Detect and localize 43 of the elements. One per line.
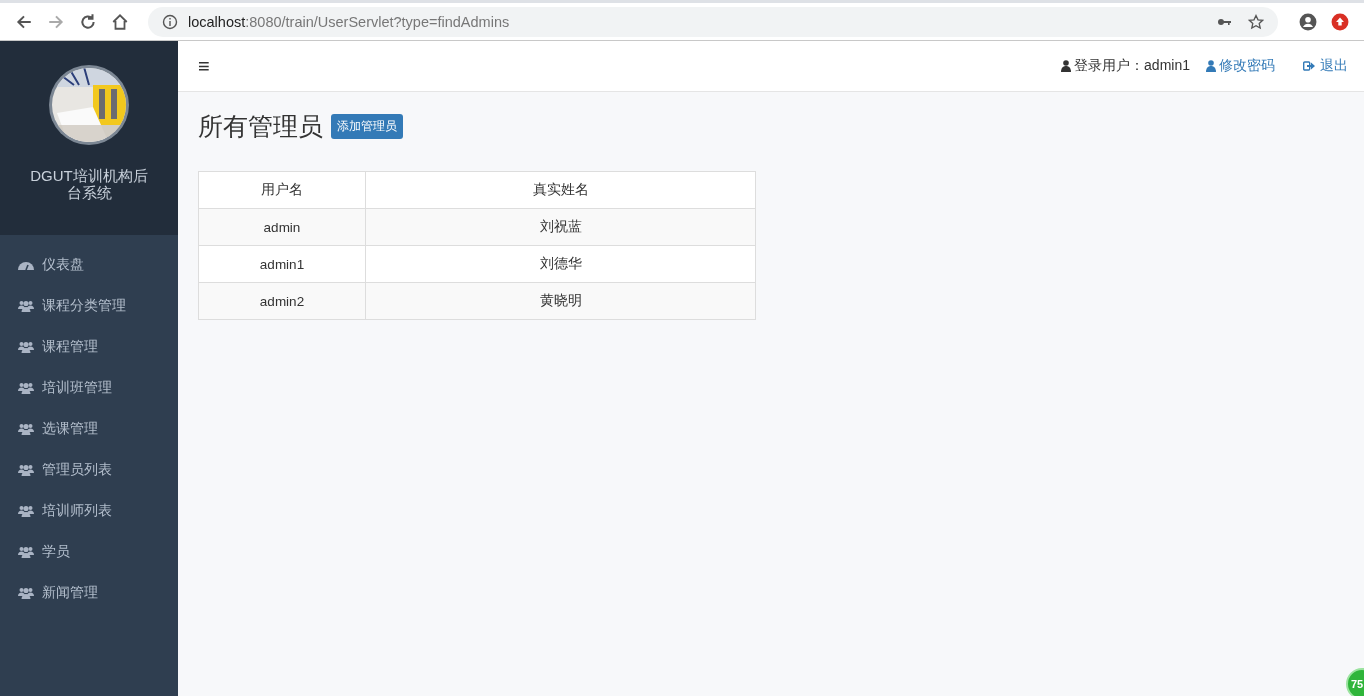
users-icon	[18, 422, 34, 435]
add-admin-button[interactable]: 添加管理员	[331, 114, 403, 139]
change-password-link[interactable]: 修改密码	[1206, 57, 1275, 75]
users-icon	[18, 463, 34, 476]
table-cell: admin1	[198, 245, 366, 283]
page-title: 所有管理员	[198, 111, 323, 142]
table-cell: 刘祝蓝	[365, 208, 756, 246]
home-icon[interactable]	[111, 12, 129, 31]
logout-link[interactable]: 退出	[1303, 57, 1348, 75]
column-header: 真实姓名	[365, 171, 756, 209]
user-icon	[1061, 60, 1072, 72]
sidebar-item[interactable]: 仪表盘	[0, 244, 178, 285]
table-cell: 黄晓明	[365, 282, 756, 320]
sidebar-item[interactable]: 学员	[0, 531, 178, 572]
sidebar-item[interactable]: 新闻管理	[0, 572, 178, 613]
profile-icon[interactable]	[1299, 12, 1317, 31]
table-cell: admin2	[198, 282, 366, 320]
sidebar-item[interactable]: 培训班管理	[0, 367, 178, 408]
sidebar-item[interactable]: 培训师列表	[0, 490, 178, 531]
reload-icon[interactable]	[79, 12, 97, 31]
users-icon	[18, 299, 34, 312]
users-icon	[18, 545, 34, 558]
users-icon	[18, 340, 34, 353]
users-icon	[18, 504, 34, 517]
sidebar-item[interactable]: 选课管理	[0, 408, 178, 449]
sidebar-item[interactable]: 管理员列表	[0, 449, 178, 490]
menu-icon[interactable]: ≡	[198, 54, 210, 78]
table-cell: admin	[198, 208, 366, 246]
column-header: 用户名	[198, 171, 366, 209]
info-icon	[162, 13, 178, 30]
app-title: DGUT培训机构后台系统	[29, 167, 149, 201]
sign-out-icon	[1303, 60, 1315, 72]
star-icon[interactable]	[1248, 13, 1264, 30]
address-bar[interactable]: localhost:8080/train/UserServlet?type=findAdmins	[148, 6, 1278, 37]
users-icon	[18, 381, 34, 394]
extension-icon[interactable]	[1331, 12, 1349, 31]
users-icon	[18, 586, 34, 599]
sidebar-item[interactable]: 课程分类管理	[0, 285, 178, 326]
table-cell: 刘德华	[365, 245, 756, 283]
user-icon	[1206, 60, 1216, 72]
speed-badge: 75	[1346, 668, 1364, 696]
login-user: 登录用户：admin1	[1074, 57, 1190, 75]
sidebar-item[interactable]: 课程管理	[0, 326, 178, 367]
